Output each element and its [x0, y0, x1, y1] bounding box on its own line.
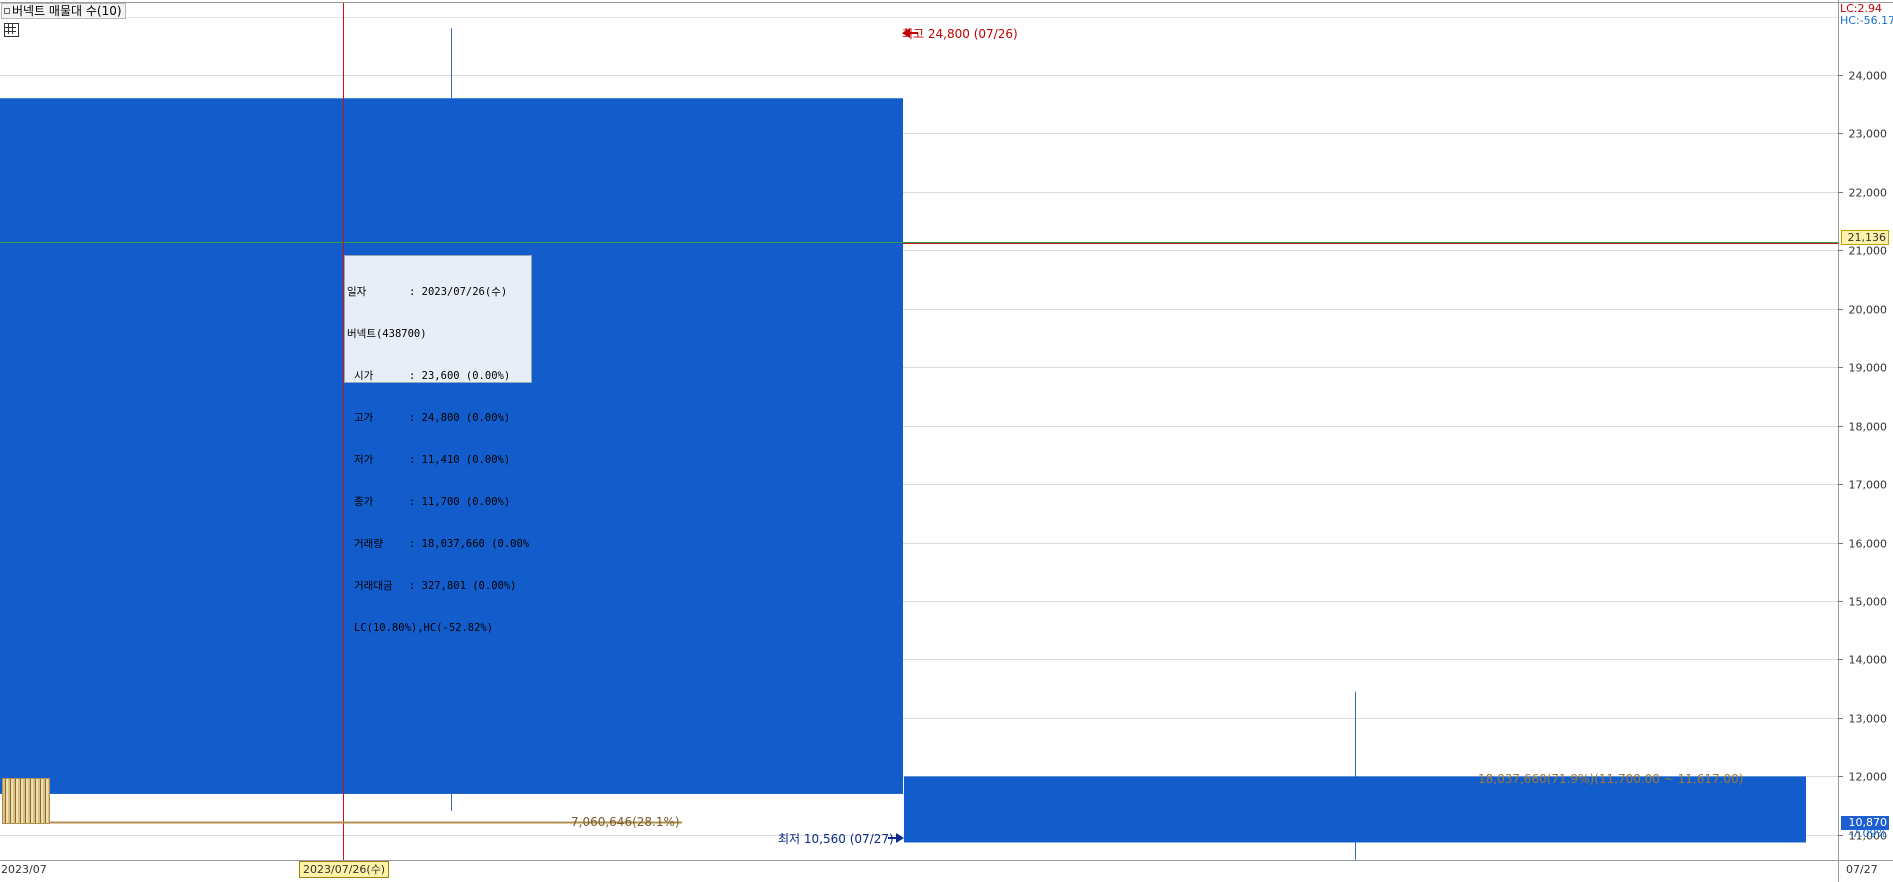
tooltip-high-label: 고가: [354, 412, 374, 424]
chart-window: 24,000 23,000 22,000 21,000 20,000 19,000 18,0…: [0, 0, 1893, 882]
price-tick-labels: 24,000 23,000 22,000 21,000 20,000 19,000 18,0…: [1838, 70, 1887, 843]
tooltip-lc-hc: LC(10.80%),HC(-52.82%): [354, 622, 494, 634]
hc-indicator: HC:-56.17: [1840, 14, 1893, 27]
candle-body: [904, 776, 1806, 843]
time-axis-start-label: 2023/07: [1, 863, 47, 876]
tooltip-date-label: 일자: [347, 286, 367, 298]
price-tick-label: 19,000: [1849, 362, 1888, 375]
price-tick-label: 23,000: [1849, 128, 1888, 141]
price-tick-label: 24,000: [1849, 70, 1888, 83]
tooltip-open-label: 시가: [354, 370, 374, 382]
title-marker-icon: [4, 8, 10, 14]
price-tick-label: 12,000: [1849, 771, 1888, 784]
tooltip-amount-value: 327,801 (0.00%): [421, 580, 517, 592]
price-tick-label: 14,000: [1849, 654, 1888, 667]
tooltip-date-value: 2023/07/26(수): [421, 286, 508, 298]
volume-profile-label-main: 18,037,660(71.9%)(11,700.00 ~ 11,617.00): [1478, 772, 1744, 786]
price-tick-label: 17,000: [1849, 479, 1888, 492]
tooltip-stock-name: 버넥트(438700): [347, 328, 427, 340]
tooltip-high-value: 24,800 (0.00%): [421, 412, 511, 424]
candles: [0, 28, 1806, 861]
tooltip-low-value: 11,410 (0.00%): [421, 454, 511, 466]
current-price-tag: 21,136: [1841, 230, 1889, 245]
change-percent: -7.09%: [1848, 827, 1887, 840]
chart-title-text: 버넥트 매물대 수(10): [12, 4, 122, 18]
volume-profile-stack: [2, 778, 50, 824]
low-annotation: 최저 10,560 (07/27): [778, 832, 894, 846]
price-tick-label: 21,000: [1849, 245, 1888, 258]
price-tick-label: 16,000: [1849, 538, 1888, 551]
cursor-date-tag: 2023/07/26(수): [299, 861, 390, 878]
tooltip-low-label: 저가: [354, 454, 374, 466]
tooltip-open-value: 23,600 (0.00%): [421, 370, 511, 382]
price-chart[interactable]: 24,000 23,000 22,000 21,000 20,000 19,000 18,0…: [0, 0, 1893, 882]
ohlc-tooltip: 일자: 2023/07/26(수) 버넥트(438700) 시가: 23,600…: [344, 255, 532, 634]
tooltip-amount-label: 거래대금: [354, 580, 393, 592]
time-axis-end-label: 07/27: [1846, 863, 1878, 876]
high-annotation: 최고 24,800 (07/26): [902, 27, 1018, 41]
price-tick-label: 22,000: [1849, 187, 1888, 200]
grid-icon[interactable]: [4, 23, 19, 37]
price-tick-label: 13,000: [1849, 713, 1888, 726]
price-tick-label: 18,000: [1849, 421, 1888, 434]
tooltip-close-value: 11,700 (0.00%): [421, 496, 511, 508]
price-tick-label: 20,000: [1849, 304, 1888, 317]
chart-title[interactable]: 버넥트 매물대 수(10): [1, 3, 126, 19]
volume-profile-label-secondary: 7,060,646(28.1%): [571, 815, 680, 829]
tooltip-volume-label: 거래량: [354, 538, 383, 550]
tooltip-close-label: 종가: [354, 496, 374, 508]
price-tick-label: 15,000: [1849, 596, 1888, 609]
tooltip-volume-value: 18,037,660 (0.00%): [421, 538, 529, 550]
